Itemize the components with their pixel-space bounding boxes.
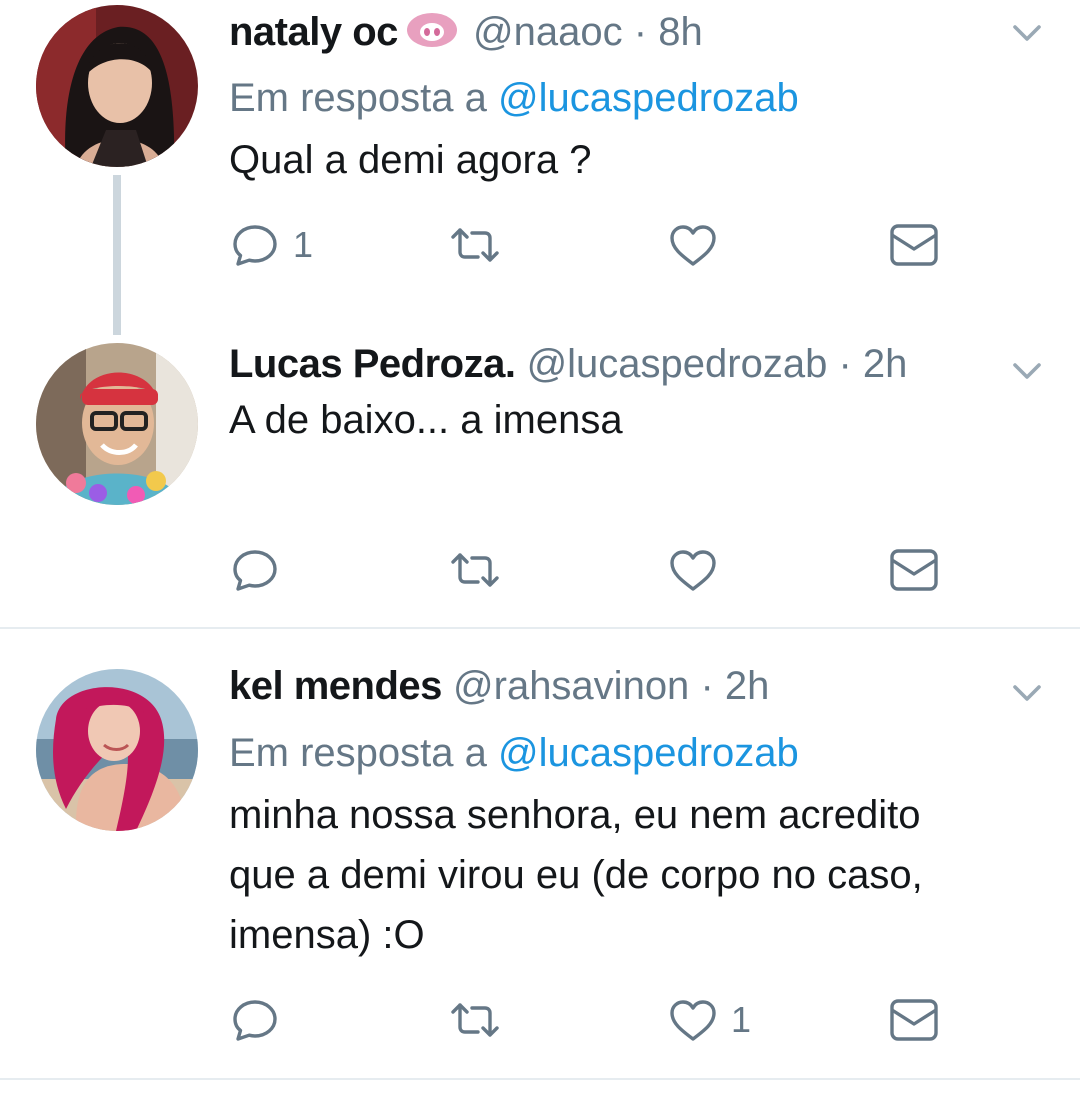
pig-emoji-icon — [406, 11, 458, 60]
like-button[interactable]: 1 — [667, 995, 751, 1045]
separator-dot: · — [838, 342, 852, 386]
reply-mention-link[interactable]: @lucaspedrozab — [498, 76, 799, 120]
chevron-down-icon[interactable] — [1012, 682, 1042, 704]
reply-count: 1 — [293, 224, 314, 265]
avatar[interactable] — [36, 343, 198, 505]
timestamp[interactable]: 8h — [658, 10, 703, 54]
like-icon — [667, 547, 719, 593]
chevron-down-icon[interactable] — [1012, 360, 1042, 382]
reply-context-label: Em resposta a — [229, 731, 487, 775]
user-handle[interactable]: @lucaspedrozab — [527, 342, 828, 386]
tweet-text-line: minha nossa senhora, eu nem acredito — [229, 793, 921, 837]
reply-button[interactable]: 1 — [229, 220, 313, 270]
reply-icon — [229, 547, 281, 593]
direct-message-button[interactable] — [888, 995, 940, 1045]
separator-dot: · — [700, 664, 714, 708]
like-icon — [667, 997, 719, 1043]
retweet-button[interactable] — [449, 995, 501, 1045]
like-icon — [667, 222, 719, 268]
avatar[interactable] — [36, 5, 198, 167]
tweet-text: minha nossa senhora, eu nem acredito que… — [229, 785, 1029, 965]
tweet-text-line: que a demi virou eu (de corpo no caso, — [229, 853, 923, 897]
tweet-text-line: imensa) :O — [229, 913, 425, 957]
like-button[interactable] — [667, 545, 719, 595]
chevron-down-icon[interactable] — [1012, 22, 1042, 44]
direct-message-button[interactable] — [888, 220, 940, 270]
user-handle[interactable]: @rahsavinon — [453, 664, 689, 708]
reply-icon — [229, 222, 281, 268]
reply-mention-link[interactable]: @lucaspedrozab — [498, 731, 799, 775]
like-count: 1 — [731, 999, 752, 1040]
display-name[interactable]: Lucas Pedroza. — [229, 342, 516, 386]
tweet-actions — [229, 545, 949, 595]
tweet-text: Qual a demi agora ? — [229, 138, 592, 182]
reply-context: Em resposta a @lucaspedrozab — [229, 729, 799, 777]
tweet[interactable]: nataly oc @naaoc · 8h Em resposta a @luc… — [0, 0, 1080, 340]
reply-button[interactable] — [229, 995, 281, 1045]
tweet[interactable]: kel mendes @rahsavinon · 2h Em resposta … — [0, 629, 1080, 1079]
tweet-actions: 1 — [229, 220, 949, 270]
tweet-divider — [0, 1078, 1080, 1080]
retweet-button[interactable] — [449, 220, 501, 270]
direct-message-icon — [888, 997, 940, 1043]
retweet-icon — [449, 997, 501, 1043]
user-handle[interactable]: @naaoc — [473, 10, 623, 54]
thread-connector-line — [113, 175, 121, 335]
timestamp[interactable]: 2h — [863, 342, 908, 386]
reply-context-label: Em resposta a — [229, 76, 487, 120]
tweet-text: A de baixo... a imensa — [229, 398, 623, 442]
tweet-header: Lucas Pedroza. @lucaspedrozab · 2h — [229, 340, 907, 388]
direct-message-button[interactable] — [888, 545, 940, 595]
retweet-button[interactable] — [449, 545, 501, 595]
tweet-actions: 1 — [229, 995, 949, 1045]
reply-button[interactable] — [229, 545, 281, 595]
direct-message-icon — [888, 222, 940, 268]
retweet-icon — [449, 222, 501, 268]
timestamp[interactable]: 2h — [725, 664, 770, 708]
reply-context: Em resposta a @lucaspedrozab — [229, 74, 799, 122]
direct-message-icon — [888, 547, 940, 593]
separator-dot: · — [633, 10, 648, 54]
tweet[interactable]: Lucas Pedroza. @lucaspedrozab · 2h A de … — [0, 340, 1080, 628]
display-name[interactable]: kel mendes — [229, 664, 442, 708]
display-name[interactable]: nataly oc — [229, 10, 398, 54]
tweet-header: kel mendes @rahsavinon · 2h — [229, 662, 769, 710]
like-button[interactable] — [667, 220, 719, 270]
avatar[interactable] — [36, 669, 198, 831]
retweet-icon — [449, 547, 501, 593]
reply-icon — [229, 997, 281, 1043]
tweet-header: nataly oc @naaoc · 8h — [229, 8, 703, 60]
